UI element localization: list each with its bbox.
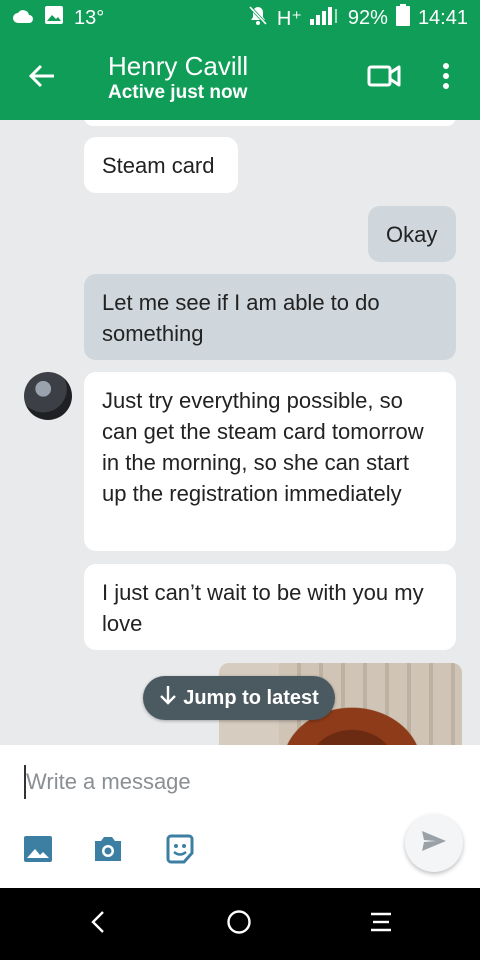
message-bubble-incoming[interactable]: Steam card (84, 137, 238, 193)
back-arrow-icon (28, 62, 56, 95)
message-composer (0, 745, 480, 888)
battery-level: 92% (347, 6, 388, 29)
more-options-button[interactable] (426, 54, 466, 102)
camera-icon (92, 835, 124, 868)
battery-icon (395, 4, 410, 32)
image-icon (44, 5, 64, 31)
status-bar: 13° H⁺ 92% 14:41 (0, 0, 480, 36)
arrow-down-icon (159, 685, 177, 711)
video-camera-icon (367, 63, 401, 94)
contact-status: Active just now (108, 82, 248, 103)
nav-recents-button[interactable] (361, 904, 401, 944)
gallery-button[interactable] (20, 833, 56, 869)
jump-to-latest-button[interactable]: Jump to latest (143, 676, 335, 720)
cloud-icon (12, 7, 34, 30)
signal-icon (309, 5, 340, 31)
nav-recents-icon (369, 911, 393, 938)
gallery-icon (23, 835, 53, 868)
contact-name: Henry Cavill (108, 51, 249, 81)
message-text: Just try everything possible, so can get… (102, 388, 424, 506)
nav-home-button[interactable] (219, 904, 259, 944)
message-bubble-outgoing[interactable]: Let me see if I am able to do something (84, 274, 456, 360)
message-text: Let me see if I am able to do something (102, 290, 380, 346)
message-text: Okay (386, 222, 438, 247)
message-list[interactable]: Steam card Okay Let me see if I am able … (0, 120, 480, 745)
nav-home-icon (226, 909, 252, 940)
conversation-header[interactable]: Henry Cavill Active just now (108, 51, 248, 105)
nav-back-button[interactable] (78, 904, 118, 944)
clock: 14:41 (417, 6, 468, 29)
message-bubble-partial (84, 120, 456, 126)
video-call-button[interactable] (360, 56, 408, 100)
message-input[interactable] (24, 765, 424, 799)
sticker-icon (164, 833, 196, 870)
avatar[interactable] (24, 372, 72, 420)
app-bar: Henry Cavill Active just now (0, 36, 480, 120)
message-bubble-outgoing[interactable]: Okay (368, 206, 456, 262)
more-vert-icon (442, 62, 450, 95)
network-type: H⁺ (276, 7, 302, 30)
camera-button[interactable] (90, 833, 126, 869)
message-text: I just can’t wait to be with you my love (102, 580, 424, 636)
mute-icon (247, 4, 269, 32)
back-button[interactable] (0, 36, 84, 120)
message-bubble-incoming[interactable]: I just can’t wait to be with you my love (84, 564, 456, 650)
message-text: Steam card (102, 153, 215, 178)
system-nav-bar (0, 888, 480, 960)
send-button[interactable] (405, 814, 463, 872)
send-icon (421, 830, 447, 857)
nav-back-icon (90, 910, 106, 939)
message-bubble-incoming[interactable]: Just try everything possible, so can get… (84, 372, 456, 551)
temperature: 13° (74, 6, 105, 29)
sticker-button[interactable] (162, 833, 198, 869)
jump-to-latest-label: Jump to latest (183, 686, 319, 709)
